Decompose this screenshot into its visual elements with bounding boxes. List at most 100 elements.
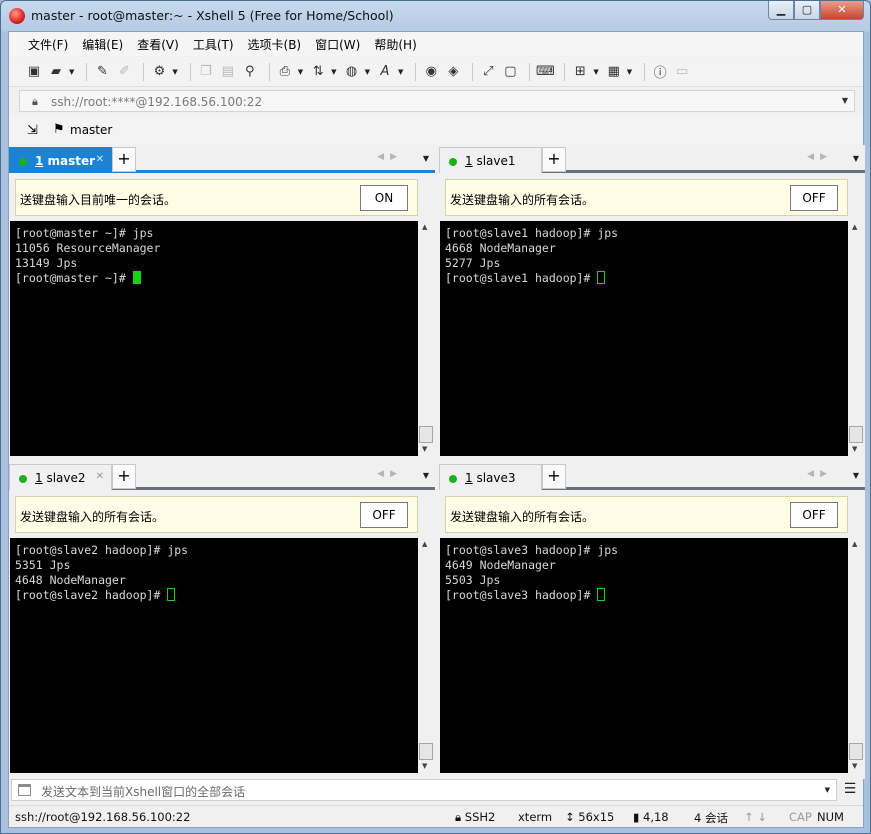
- terminal[interactable]: [root@slave2 hadoop]# jps 5351 Jps 4648 No…: [10, 538, 434, 773]
- menu-view[interactable]: 查看(V): [130, 36, 186, 53]
- xmanager-icon[interactable]: ◈: [444, 63, 462, 81]
- lock-icon[interactable]: ▢: [501, 63, 519, 81]
- bookmark-icon[interactable]: ⚑: [53, 122, 65, 137]
- tab-slave3[interactable]: 1 slave3: [439, 464, 542, 490]
- scroll-up-icon[interactable]: ▲: [852, 540, 857, 548]
- tab-slave2[interactable]: 1 slave2 ✕: [9, 464, 112, 490]
- transfer-icon[interactable]: ⇅: [309, 63, 327, 81]
- layout-dropdown-icon[interactable]: ▼: [627, 68, 632, 76]
- print-dropdown-icon[interactable]: ▼: [298, 68, 303, 76]
- address-bar[interactable]: 🔒︎ ssh://root:****@192.168.56.100:22 ▼: [19, 90, 855, 112]
- scroll-up-icon[interactable]: ▲: [852, 223, 857, 231]
- globe-icon[interactable]: ◍: [343, 63, 361, 81]
- font-icon[interactable]: A: [376, 63, 394, 81]
- scroll-thumb[interactable]: [419, 426, 433, 443]
- compose-bar: 发送文本到当前Xshell窗口的全部会话 ▼ ☰: [9, 778, 863, 802]
- new-session-icon[interactable]: ▣: [25, 63, 43, 81]
- open-folder-icon[interactable]: ▰: [47, 63, 65, 81]
- help-icon[interactable]: ⓘ: [651, 63, 669, 81]
- terminal-output: [root@master ~]# jps 11056 ResourceManage…: [15, 226, 160, 286]
- tab-list-dropdown-icon[interactable]: ▼: [423, 154, 429, 163]
- xftp-icon[interactable]: ◉: [422, 63, 440, 81]
- copy-icon[interactable]: ❐: [197, 63, 215, 81]
- scroll-down-icon[interactable]: ▼: [852, 445, 857, 453]
- terminal[interactable]: [root@slave1 hadoop]# jps 4668 NodeManage…: [440, 221, 864, 456]
- session-nav-arrows-icon[interactable]: ↑ ↓: [744, 810, 767, 824]
- add-tab-button[interactable]: +: [112, 147, 136, 172]
- menu-tabs[interactable]: 选项卡(B): [241, 36, 309, 53]
- tab-master[interactable]: 1 master ✕: [9, 147, 112, 173]
- new-tab-dropdown-icon[interactable]: ▼: [593, 68, 598, 76]
- tab-scroll-arrows-icon[interactable]: ◀▶: [807, 152, 833, 162]
- tab-scroll-arrows-icon[interactable]: ◀▶: [377, 469, 403, 479]
- fullscreen-icon[interactable]: ⤢: [479, 63, 497, 81]
- tab-close-icon[interactable]: ✕: [96, 471, 104, 482]
- add-tab-button[interactable]: +: [542, 147, 566, 172]
- tab-list-dropdown-icon[interactable]: ▼: [853, 154, 859, 163]
- send-input-toggle-button[interactable]: OFF: [360, 502, 408, 528]
- menu-help[interactable]: 帮助(H): [367, 36, 423, 53]
- scroll-up-icon[interactable]: ▲: [422, 223, 427, 231]
- find-icon[interactable]: ⚲: [241, 63, 259, 81]
- menu-edit[interactable]: 编辑(E): [75, 36, 130, 53]
- tab-close-icon[interactable]: ✕: [96, 154, 104, 165]
- pane-slave2: 1 slave2 ✕ + ◀▶ ▼ 发送键盘输入的所有会话。 OFF [root…: [9, 462, 435, 779]
- send-input-toggle-button[interactable]: OFF: [790, 502, 838, 528]
- session-manager-icon[interactable]: ⇲: [27, 123, 38, 138]
- compose-dropdown-icon[interactable]: ▼: [825, 786, 830, 794]
- reconnect-icon[interactable]: ✎: [93, 63, 111, 81]
- terminal[interactable]: [root@master ~]# jps 11056 ResourceManage…: [10, 221, 434, 456]
- compose-input[interactable]: 发送文本到当前Xshell窗口的全部会话 ▼: [11, 779, 837, 801]
- notice-text: 发送键盘输入的所有会话。: [450, 193, 595, 207]
- properties-icon[interactable]: ⚙: [150, 63, 168, 81]
- font-dropdown-icon[interactable]: ▼: [398, 68, 403, 76]
- send-input-toggle-button[interactable]: ON: [360, 185, 408, 211]
- address-dropdown-icon[interactable]: ▼: [842, 96, 848, 105]
- add-tab-button[interactable]: +: [112, 464, 136, 489]
- disconnect-icon[interactable]: ✐: [115, 63, 133, 81]
- properties-dropdown-icon[interactable]: ▼: [172, 68, 177, 76]
- tab-number: 1: [465, 154, 473, 168]
- scroll-thumb[interactable]: [849, 743, 863, 760]
- add-tab-button[interactable]: +: [542, 464, 566, 489]
- vertical-scrollbar[interactable]: ▲ ▼: [418, 221, 434, 456]
- layout-icon[interactable]: ▦: [605, 63, 623, 81]
- menu-file[interactable]: 文件(F): [21, 36, 75, 53]
- vertical-scrollbar[interactable]: ▲ ▼: [848, 221, 864, 456]
- paste-icon[interactable]: ▤: [219, 63, 237, 81]
- tab-scroll-arrows-icon[interactable]: ◀▶: [377, 152, 403, 162]
- tab-scroll-arrows-icon[interactable]: ◀▶: [807, 469, 833, 479]
- toolbar: ▣ ▰ ▼ ✎ ✐ ⚙ ▼ ❐ ▤ ⚲ ⎙ ▼ ⇅ ▼ ◍ ▼ A ▼ ◉ ◈ ⤢ ▢ ⌨ …: [9, 57, 863, 87]
- scroll-thumb[interactable]: [419, 743, 433, 760]
- new-tab-icon[interactable]: ⊞: [571, 63, 589, 81]
- terminal[interactable]: [root@slave3 hadoop]# jps 4649 NodeManage…: [440, 538, 864, 773]
- status-terminal-type: xterm: [518, 810, 553, 824]
- tab-slave1[interactable]: 1 slave1: [439, 147, 542, 173]
- print-icon[interactable]: ⎙: [276, 63, 294, 81]
- open-dropdown-icon[interactable]: ▼: [69, 68, 74, 76]
- scroll-up-icon[interactable]: ▲: [422, 540, 427, 548]
- session-link-master[interactable]: master: [70, 123, 112, 137]
- maximize-button[interactable]: ▢: [794, 1, 820, 20]
- encoding-dropdown-icon[interactable]: ▼: [365, 68, 370, 76]
- scroll-down-icon[interactable]: ▼: [422, 445, 427, 453]
- transfer-dropdown-icon[interactable]: ▼: [331, 68, 336, 76]
- vertical-scrollbar[interactable]: ▲ ▼: [418, 538, 434, 773]
- close-button[interactable]: ✕: [820, 1, 864, 20]
- send-input-toggle-button[interactable]: OFF: [790, 185, 838, 211]
- minimize-button[interactable]: ▁: [768, 1, 794, 20]
- tab-list-dropdown-icon[interactable]: ▼: [423, 471, 429, 480]
- vertical-scrollbar[interactable]: ▲ ▼: [848, 538, 864, 773]
- chat-icon[interactable]: ▭: [673, 63, 691, 81]
- tab-label: slave3: [476, 471, 516, 485]
- menu-tools[interactable]: 工具(T): [186, 36, 241, 53]
- keyboard-icon[interactable]: ⌨: [536, 63, 555, 81]
- scroll-down-icon[interactable]: ▼: [422, 762, 427, 770]
- terminal-output: [root@slave1 hadoop]# jps 4668 NodeManage…: [445, 226, 618, 286]
- scroll-down-icon[interactable]: ▼: [852, 762, 857, 770]
- compose-menu-icon[interactable]: ☰: [839, 779, 861, 801]
- menu-window[interactable]: 窗口(W): [308, 36, 367, 53]
- title-bar[interactable]: master - root@master:~ - Xshell 5 (Free …: [1, 1, 870, 31]
- tab-list-dropdown-icon[interactable]: ▼: [853, 471, 859, 480]
- scroll-thumb[interactable]: [849, 426, 863, 443]
